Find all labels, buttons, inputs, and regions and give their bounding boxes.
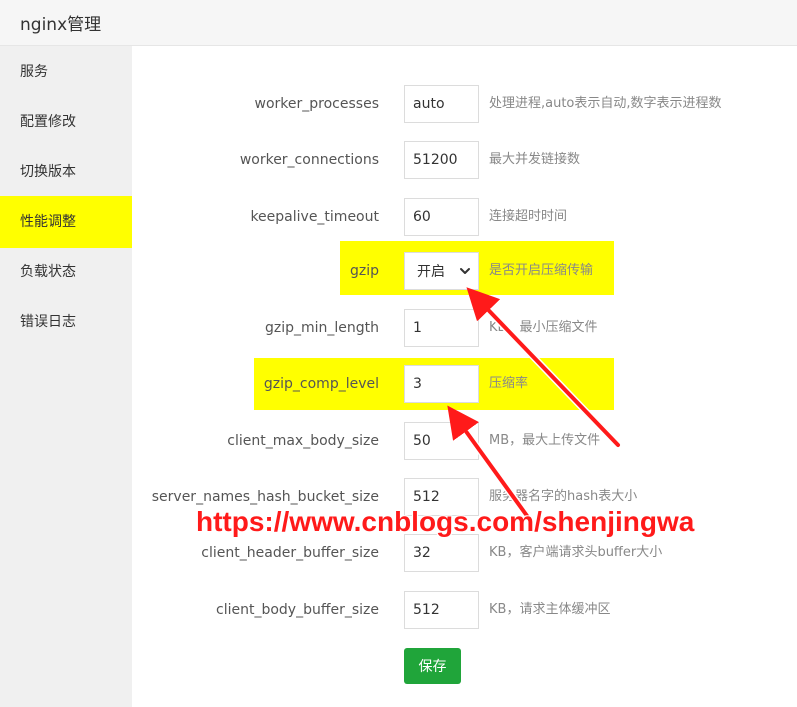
label-client-max-body-size: client_max_body_size [227,433,379,449]
desc-client-body-buffer-size: KB，请求主体缓冲区 [489,602,611,617]
sidebar-item-service[interactable]: 服务 [0,46,132,98]
client-header-buffer-size-input[interactable] [404,534,479,572]
desc-worker-processes: 处理进程,auto表示自动,数字表示进程数 [489,96,722,111]
sidebar-item-error-log[interactable]: 错误日志 [0,296,132,348]
form-row-gzip: gzip 开启 是否开启压缩传输 [132,252,797,290]
gzip-select[interactable]: 开启 [404,252,479,290]
client-body-buffer-size-input[interactable] [404,591,479,629]
desc-worker-connections: 最大并发链接数 [489,152,581,167]
desc-client-max-body-size: MB，最大上传文件 [489,433,601,448]
client-max-body-size-input[interactable] [404,422,479,460]
form-row-keepalive-timeout: keepalive_timeout 连接超时时间 [132,198,797,236]
form-row-client-body-buffer-size: client_body_buffer_size KB，请求主体缓冲区 [132,591,797,629]
watermark-url: https://www.cnblogs.com/shenjingwa [196,506,695,537]
gzip-min-length-input[interactable] [404,309,479,347]
desc-keepalive-timeout: 连接超时时间 [489,209,568,224]
form-row-gzip-comp-level: gzip_comp_level 压缩率 [132,365,797,403]
gzip-select-value: 开启 [417,264,445,280]
label-worker-processes: worker_processes [254,96,379,112]
gzip-comp-level-input[interactable] [404,365,479,403]
desc-client-header-buffer-size: KB，客户端请求头buffer大小 [489,545,663,560]
label-keepalive-timeout: keepalive_timeout [250,209,379,225]
keepalive-timeout-input[interactable] [404,198,479,236]
label-worker-connections: worker_connections [239,152,379,168]
desc-gzip-min-length: KB，最小压缩文件 [489,320,598,335]
worker-connections-input[interactable] [404,141,479,179]
worker-processes-input[interactable] [404,85,479,123]
label-client-body-buffer-size: client_body_buffer_size [216,602,379,618]
form-row-worker-connections: worker_connections 最大并发链接数 [132,141,797,179]
label-gzip: gzip [349,263,379,279]
sidebar-item-performance-tuning[interactable]: 性能调整 [0,196,132,248]
label-gzip-min-length: gzip_min_length [264,320,379,336]
save-button[interactable]: 保存 [404,648,461,684]
sidebar-item-switch-version[interactable]: 切换版本 [0,146,132,198]
desc-gzip: 是否开启压缩传输 [489,263,594,278]
form-row-worker-processes: worker_processes 处理进程,auto表示自动,数字表示进程数 [132,85,797,123]
window-header: nginx管理 [0,0,797,46]
performance-form: worker_processes 处理进程,auto表示自动,数字表示进程数 w… [132,46,797,707]
sidebar: 服务 配置修改 切换版本 性能调整 负载状态 错误日志 [0,46,132,707]
form-row-client-header-buffer-size: client_header_buffer_size KB，客户端请求头buffe… [132,534,797,572]
sidebar-item-load-status[interactable]: 负载状态 [0,246,132,298]
form-row-gzip-min-length: gzip_min_length KB，最小压缩文件 [132,309,797,347]
sidebar-item-config-edit[interactable]: 配置修改 [0,96,132,148]
chevron-down-icon [460,268,470,274]
form-row-client-max-body-size: client_max_body_size MB，最大上传文件 [132,422,797,460]
label-client-header-buffer-size: client_header_buffer_size [201,545,379,561]
app-title: nginx管理 [20,15,102,35]
desc-gzip-comp-level: 压缩率 [489,376,529,391]
label-gzip-comp-level: gzip_comp_level [263,376,379,392]
